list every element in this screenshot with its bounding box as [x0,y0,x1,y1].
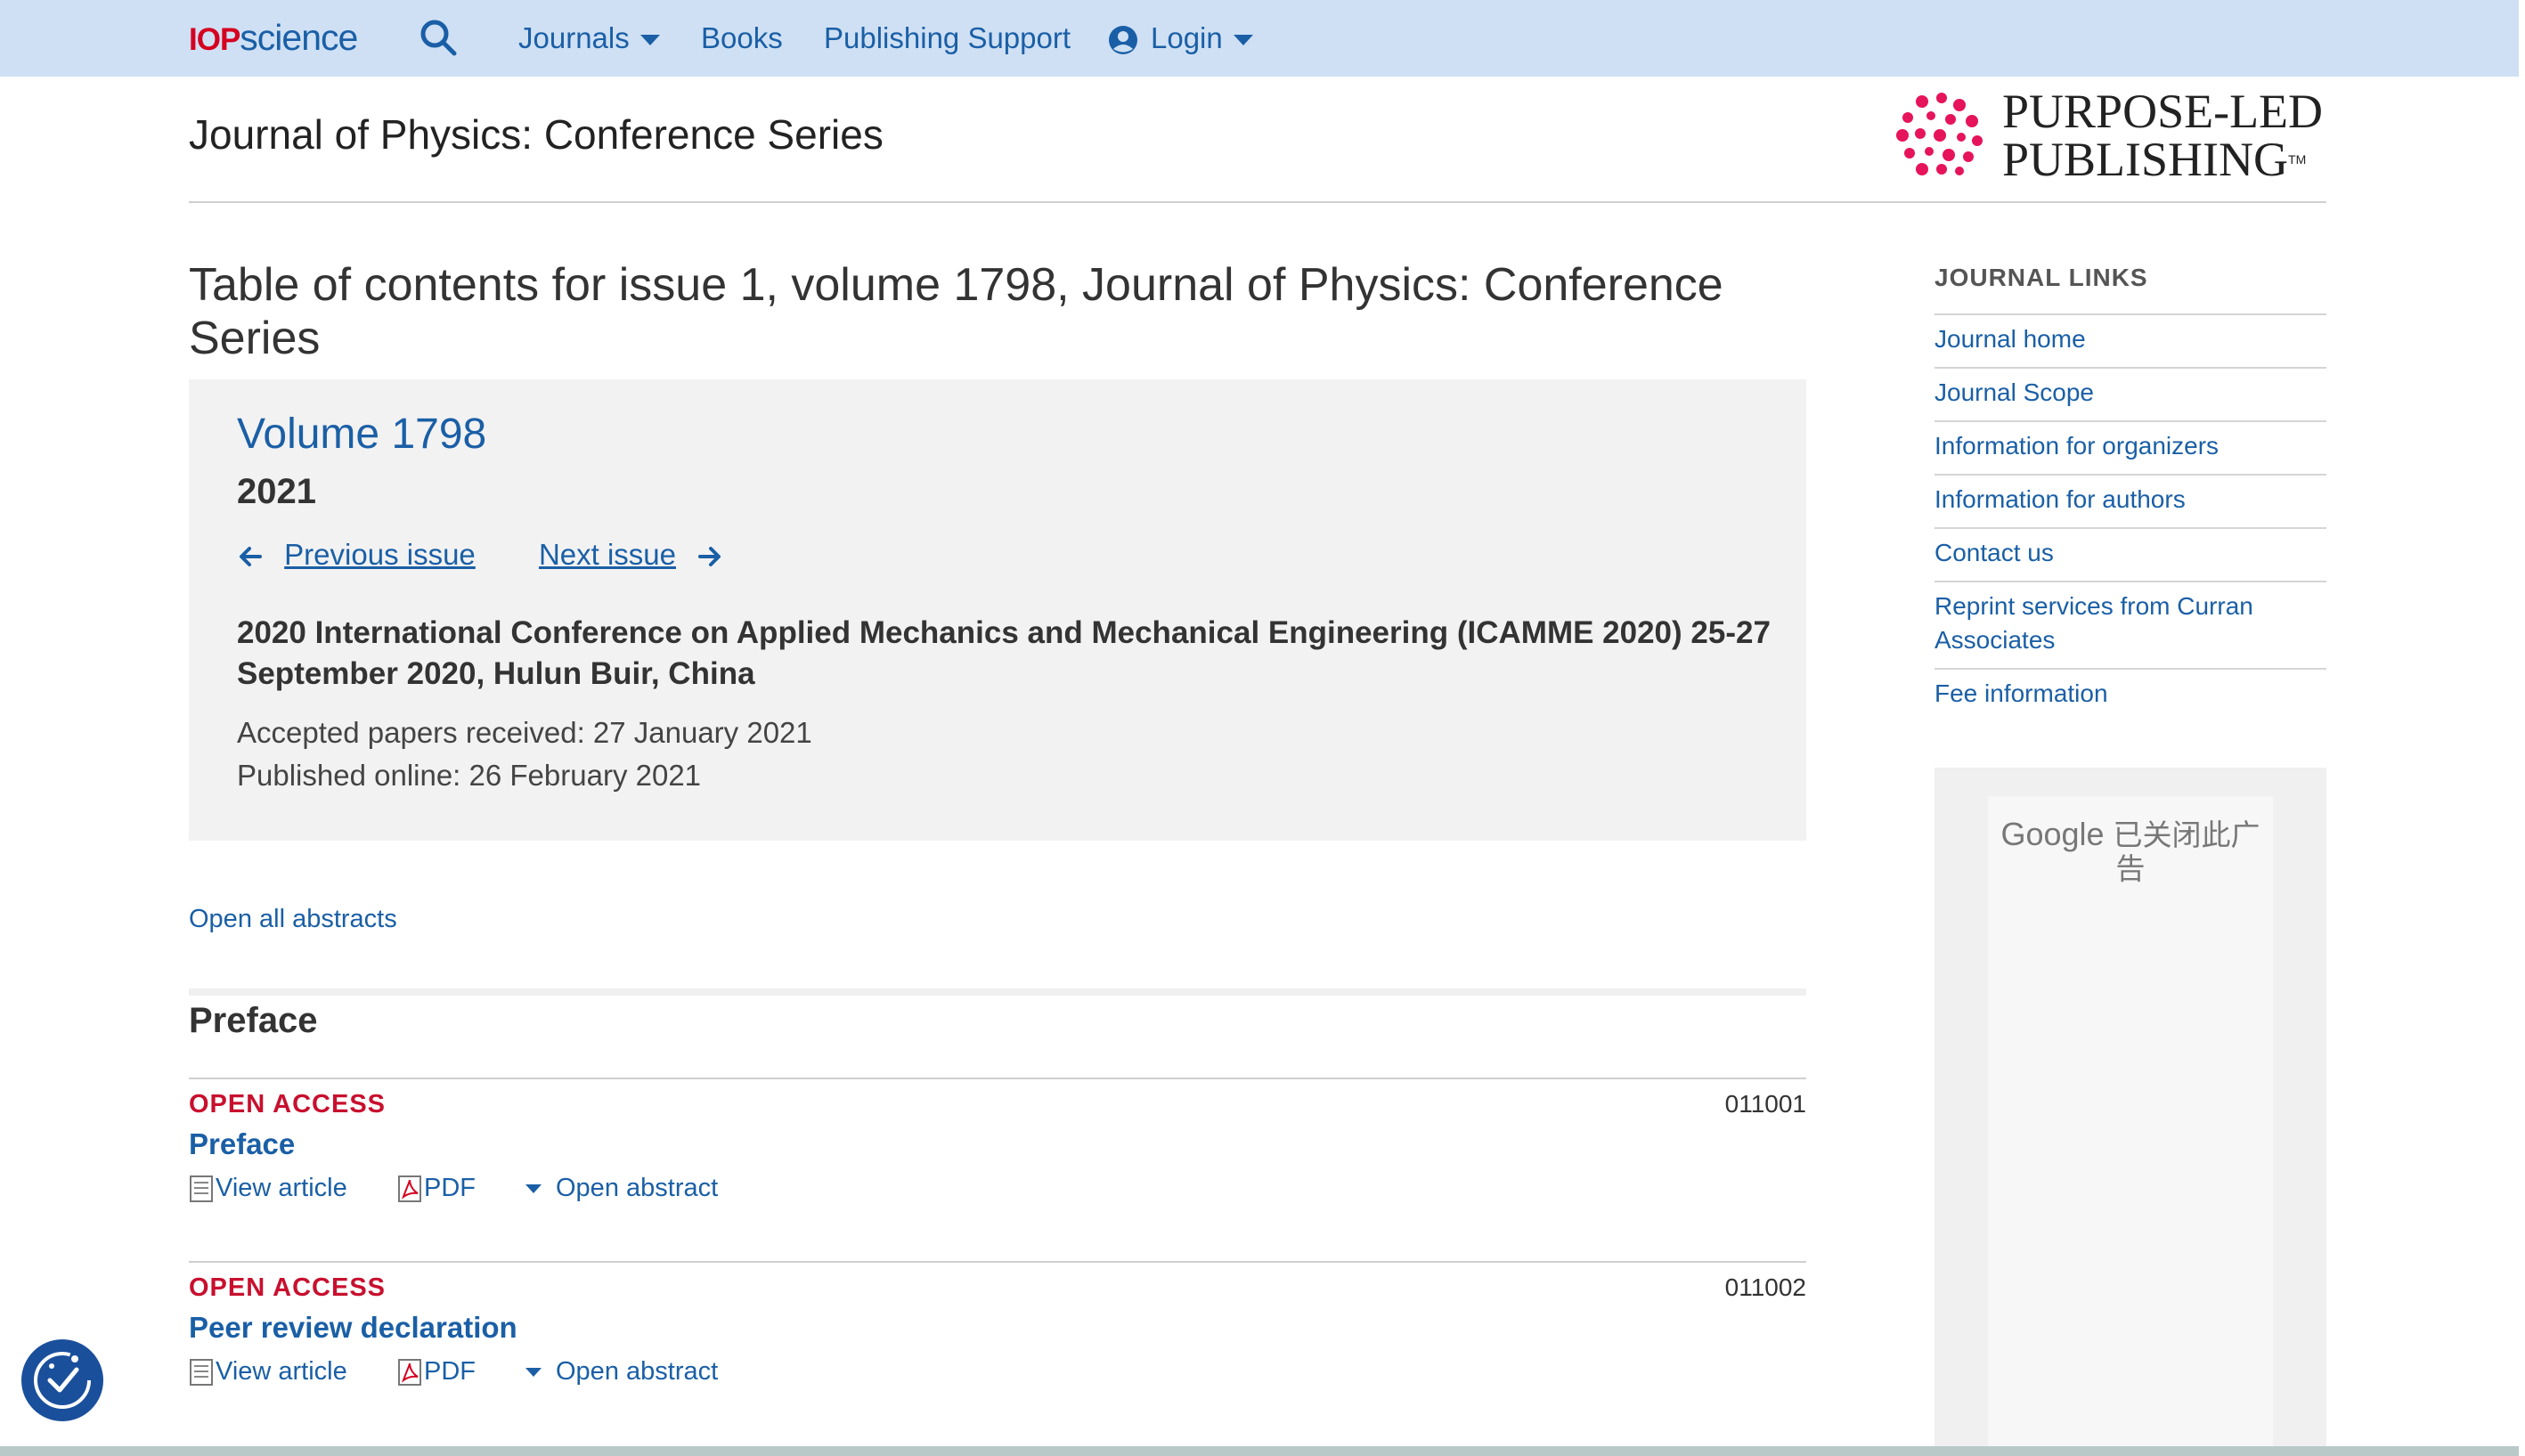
window-right-edge [2519,0,2525,1456]
search-icon[interactable] [419,18,458,57]
nav-books[interactable]: Books [701,18,783,59]
volume-year: 2021 [237,472,316,511]
pdf-icon [398,1175,421,1203]
open-access-badge: OPEN ACCESS [189,1090,387,1118]
accessibility-button[interactable] [21,1339,103,1421]
ad-slot: Google 已关闭此广告 [1988,796,2273,1456]
purpose-led-publishing-logo-mark [1896,93,1983,175]
journal-link-fees[interactable]: Fee information [1934,668,2326,721]
chevron-down-icon [639,35,660,46]
pdf-label: PDF [424,1174,476,1202]
open-abstract-label: Open abstract [556,1357,719,1386]
top-navigation-bar: IOPscience Journals Books Publishing Sup… [0,0,2519,77]
nav-journals-label: Journals [518,21,630,54]
section-divider [189,988,1806,996]
chevron-down-icon [1233,35,1253,46]
journal-links-heading: JOURNAL LINKS [1934,264,2148,291]
article-title-link[interactable]: Peer review declaration [189,1311,517,1345]
ad-brand: Google [2000,816,2105,852]
conference-name: 2020 International Conference on Applied… [237,615,1771,691]
open-all-abstracts-link[interactable]: Open all abstracts [189,905,397,934]
view-article-label: View article [216,1357,347,1386]
logo-science-text: science [240,17,358,58]
journal-link-scope[interactable]: Journal Scope [1934,367,2326,420]
iopscience-logo[interactable]: IOPscience [189,12,358,65]
article-item: OPEN ACCESS 011001 Preface View article … [189,1078,1806,1257]
chevron-down-icon [525,1368,542,1378]
view-article-link[interactable]: View article [189,1357,347,1387]
ad-container: Google 已关闭此广告 [1934,768,2326,1456]
pdf-link[interactable]: PDF [397,1357,476,1387]
page-title: Table of contents for issue 1, volume 17… [189,259,1723,364]
document-icon [190,1359,213,1387]
pdf-link[interactable]: PDF [397,1174,476,1203]
ppl-line1: PURPOSE-LED [2002,85,2324,138]
open-access-badge: OPEN ACCESS [189,1273,387,1302]
header-divider [189,201,2326,203]
pdf-label: PDF [424,1357,476,1386]
article-title-link[interactable]: Preface [189,1127,295,1161]
arrow-right-icon[interactable] [696,543,723,570]
user-icon [1109,26,1137,55]
ppl-trademark: TM [2288,152,2307,167]
section-title: Preface [189,1001,318,1040]
arrow-left-icon[interactable] [237,543,264,570]
open-abstract-toggle[interactable]: Open abstract [525,1174,718,1203]
journal-links-list: Journal home Journal Scope Information f… [1934,313,2326,721]
ad-message: 已关闭此广告 [2113,818,2260,885]
open-abstract-toggle[interactable]: Open abstract [525,1357,718,1387]
nav-publishing-support-label: Publishing Support [824,21,1071,54]
previous-issue-link[interactable]: Previous issue [284,538,476,571]
view-article-link[interactable]: View article [189,1174,347,1203]
nav-books-label: Books [701,21,783,54]
journal-link-organizers[interactable]: Information for organizers [1934,420,2326,474]
ppl-line2: PUBLISHING [2002,133,2289,186]
purpose-led-publishing-logo-text: PURPOSE-LED PUBLISHINGTM [2002,87,2323,183]
nav-login[interactable]: Login [1108,18,1253,59]
journal-link-reprints[interactable]: Reprint services from Curran Associates [1934,581,2326,668]
journal-title[interactable]: Journal of Physics: Conference Series [189,110,884,159]
window-bottom-edge [0,1446,2525,1456]
journal-link-home[interactable]: Journal home [1934,313,2326,367]
nav-login-label: Login [1151,21,1223,54]
journal-link-contact[interactable]: Contact us [1934,527,2326,581]
accepted-date: Accepted papers received: 27 January 202… [237,716,812,749]
nav-publishing-support[interactable]: Publishing Support [824,18,1071,59]
published-date: Published online: 26 February 2021 [237,759,702,792]
article-number: 011002 [1724,1273,1806,1301]
document-icon [190,1175,213,1203]
article-item: OPEN ACCESS 011002 Peer review declarati… [189,1261,1806,1441]
open-abstract-label: Open abstract [556,1174,719,1202]
logo-iop-text: IOP [189,22,240,57]
pdf-icon [398,1359,421,1387]
ad-closed-message: Google 已关闭此广告 [1988,817,2273,886]
issue-navigation: Previous issue Next issue [237,538,723,572]
article-number: 011001 [1724,1090,1806,1118]
nav-journals[interactable]: Journals [518,18,660,59]
next-issue-link[interactable]: Next issue [539,538,676,571]
view-article-label: View article [216,1174,347,1202]
volume-title[interactable]: Volume 1798 [237,410,486,459]
chevron-down-icon [525,1184,542,1194]
volume-info-panel: Volume 1798 2021 Previous issue Next iss… [189,379,1806,841]
journal-link-authors[interactable]: Information for authors [1934,474,2326,527]
accessibility-check-icon [34,1352,91,1409]
